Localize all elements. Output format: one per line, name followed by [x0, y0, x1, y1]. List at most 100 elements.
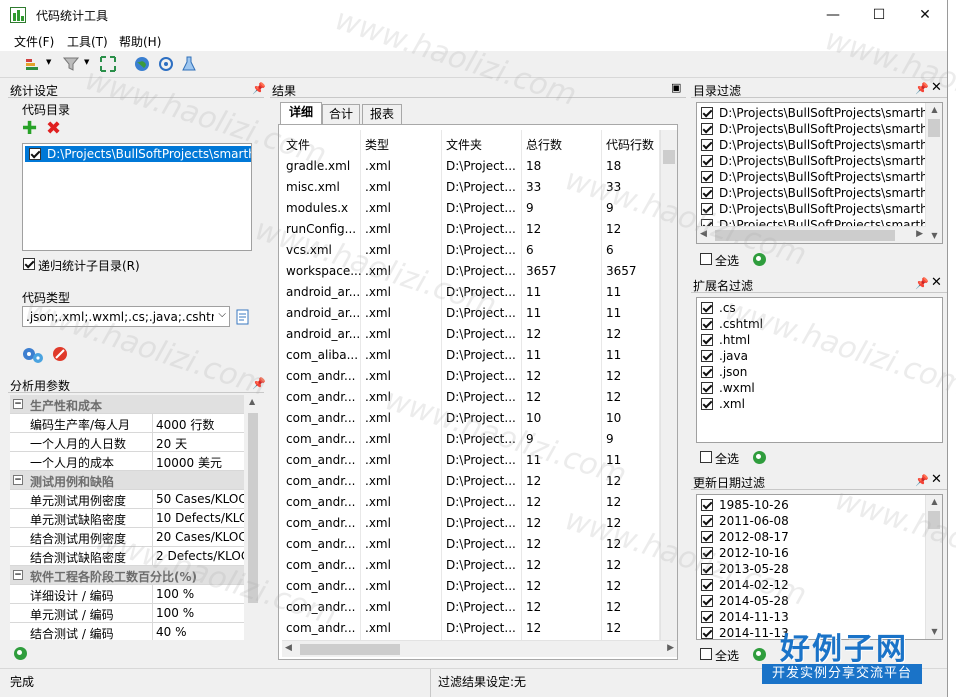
- param-value[interactable]: 10 Defects/KLOC: [156, 511, 244, 525]
- chevron-down-icon[interactable]: ⌵: [218, 309, 226, 320]
- collapse-icon[interactable]: −: [13, 399, 23, 409]
- recursive-checkbox[interactable]: [23, 258, 35, 270]
- list-item[interactable]: D:\Projects\BullSoftProjects\smarthor: [697, 185, 942, 201]
- date-select-all-checkbox[interactable]: [700, 648, 712, 660]
- dropdown-icon[interactable]: ▼: [46, 58, 51, 66]
- list-item[interactable]: 2013-05-28: [697, 561, 942, 577]
- column-header[interactable]: 总行数: [526, 136, 562, 153]
- item-checkbox[interactable]: [701, 203, 713, 215]
- param-category[interactable]: − 软件工程各阶段工数百分比(%): [10, 566, 244, 585]
- table-row[interactable]: runConfig... .xml D:\Project... 12 12: [282, 220, 660, 241]
- list-item[interactable]: D:\Projects\BullSoftProjects\smarthor: [697, 121, 942, 137]
- column-header[interactable]: 文件: [286, 136, 310, 153]
- list-item[interactable]: .wxml: [697, 380, 942, 396]
- list-scrollbar[interactable]: ▲ ▼: [925, 103, 942, 243]
- close-icon[interactable]: ✕: [931, 80, 942, 95]
- list-item[interactable]: .xml: [697, 396, 942, 412]
- item-checkbox[interactable]: [701, 318, 713, 330]
- table-row[interactable]: android_ar... .xml D:\Project... 11 11: [282, 304, 660, 325]
- close-button[interactable]: ✕: [902, 0, 947, 30]
- table-row[interactable]: com_andr... .xml D:\Project... 12 12: [282, 367, 660, 388]
- param-row[interactable]: 单元测试用例密度 50 Cases/KLOC: [10, 490, 244, 509]
- tab-summary[interactable]: 合计: [322, 104, 360, 124]
- table-row[interactable]: workspace... .xml D:\Project... 3657 3657: [282, 262, 660, 283]
- param-value[interactable]: 2 Defects/KLOC: [156, 549, 244, 563]
- list-item[interactable]: D:\Projects\BullSoftProjects\smarthor: [697, 137, 942, 153]
- menu-tools[interactable]: 工具(T): [67, 33, 108, 50]
- list-item[interactable]: D:\Projects\BullSoftProjects\smarthor: [697, 105, 942, 121]
- param-row[interactable]: 一个人月的成本 10000 美元: [10, 452, 244, 471]
- item-checkbox[interactable]: [701, 547, 713, 559]
- item-checkbox[interactable]: [701, 579, 713, 591]
- item-checkbox[interactable]: [701, 515, 713, 527]
- pin-icon[interactable]: 📌: [252, 82, 266, 95]
- pin-icon[interactable]: 📌: [252, 377, 266, 390]
- dir-checkbox[interactable]: [29, 148, 41, 160]
- item-checkbox[interactable]: [701, 398, 713, 410]
- filter-icon[interactable]: [62, 55, 80, 73]
- param-row[interactable]: 详细设计 / 编码 100 %: [10, 585, 244, 604]
- item-checkbox[interactable]: [701, 139, 713, 151]
- list-item[interactable]: D:\Projects\BullSoftProjects\smarthor: [25, 146, 251, 162]
- code-dir-list[interactable]: D:\Projects\BullSoftProjects\smarthor: [22, 143, 252, 251]
- item-checkbox[interactable]: [701, 171, 713, 183]
- table-row[interactable]: com_andr... .xml D:\Project... 12 12: [282, 619, 660, 640]
- results-vscrollbar[interactable]: [660, 130, 677, 640]
- settings-gears-icon[interactable]: [21, 344, 45, 364]
- column-header[interactable]: 文件夹: [446, 136, 482, 153]
- list-item[interactable]: D:\Projects\BullSoftProjects\smarthor: [697, 201, 942, 217]
- param-category[interactable]: − 生产性和成本: [10, 395, 244, 414]
- dir-filter-list[interactable]: D:\Projects\BullSoftProjects\smarthor D:\…: [696, 102, 943, 244]
- column-header[interactable]: 类型: [365, 136, 389, 153]
- param-row[interactable]: 单元测试 / 编码 100 %: [10, 604, 244, 623]
- list-item[interactable]: D:\Projects\BullSoftProjects\smarthor: [697, 169, 942, 185]
- param-row[interactable]: 单元测试缺陷密度 10 Defects/KLOC: [10, 509, 244, 528]
- refresh-icon[interactable]: [753, 253, 766, 266]
- pin-icon[interactable]: 📌: [915, 82, 929, 95]
- item-checkbox[interactable]: [701, 611, 713, 623]
- param-value[interactable]: 10000 美元: [156, 454, 244, 471]
- add-icon[interactable]: ✚: [22, 120, 37, 138]
- menu-help[interactable]: 帮助(H): [119, 33, 161, 50]
- param-value[interactable]: 40 %: [156, 625, 244, 639]
- item-checkbox[interactable]: [701, 107, 713, 119]
- table-row[interactable]: com_andr... .xml D:\Project... 12 12: [282, 472, 660, 493]
- refresh-icon[interactable]: [753, 451, 766, 464]
- list-item[interactable]: .html: [697, 332, 942, 348]
- table-row[interactable]: misc.xml .xml D:\Project... 33 33: [282, 178, 660, 199]
- table-row[interactable]: com_andr... .xml D:\Project... 12 12: [282, 535, 660, 556]
- scroll-right-icon[interactable]: ▶: [667, 643, 674, 653]
- table-row[interactable]: vcs.xml .xml D:\Project... 6 6: [282, 241, 660, 262]
- param-value[interactable]: 100 %: [156, 587, 244, 601]
- collapse-icon[interactable]: −: [13, 475, 23, 485]
- param-value[interactable]: 20 天: [156, 435, 244, 452]
- table-row[interactable]: com_andr... .xml D:\Project... 12 12: [282, 388, 660, 409]
- globe-icon[interactable]: [133, 55, 151, 73]
- date-filter-list[interactable]: 1985-10-26 2011-06-08 2012-08-17 2012-10-16…: [696, 494, 943, 640]
- pin-icon[interactable]: 📌: [915, 277, 929, 290]
- item-checkbox[interactable]: [701, 382, 713, 394]
- list-item[interactable]: .cs: [697, 300, 942, 316]
- list-item[interactable]: D:\Projects\BullSoftProjects\smarthor: [697, 153, 942, 169]
- ext-filter-list[interactable]: .cs .cshtml .html .java .json .wxml .xml: [696, 297, 943, 443]
- list-item[interactable]: .java: [697, 348, 942, 364]
- params-scrollbar[interactable]: ▲: [245, 395, 261, 640]
- param-value[interactable]: 50 Cases/KLOC: [156, 492, 244, 506]
- fit-icon[interactable]: [99, 55, 117, 73]
- dropdown-icon[interactable]: ▼: [84, 58, 89, 66]
- scroll-up-icon[interactable]: ▲: [926, 103, 942, 117]
- scroll-up-icon[interactable]: ▲: [249, 397, 255, 406]
- list-item[interactable]: 2014-11-13: [697, 609, 942, 625]
- table-row[interactable]: com_andr... .xml D:\Project... 10 10: [282, 409, 660, 430]
- scroll-thumb[interactable]: [928, 511, 940, 529]
- item-checkbox[interactable]: [701, 595, 713, 607]
- pin-icon[interactable]: 📌: [915, 474, 929, 487]
- param-value[interactable]: 4000 行数: [156, 416, 244, 433]
- table-row[interactable]: gradle.xml .xml D:\Project... 18 18: [282, 157, 660, 178]
- item-checkbox[interactable]: [701, 187, 713, 199]
- delete-icon[interactable]: ✖: [46, 120, 61, 138]
- param-category[interactable]: − 测试用例和缺陷: [10, 471, 244, 490]
- table-row[interactable]: com_andr... .xml D:\Project... 12 12: [282, 493, 660, 514]
- table-row[interactable]: android_ar... .xml D:\Project... 11 11: [282, 283, 660, 304]
- param-row[interactable]: 结合测试 / 编码 40 %: [10, 623, 244, 640]
